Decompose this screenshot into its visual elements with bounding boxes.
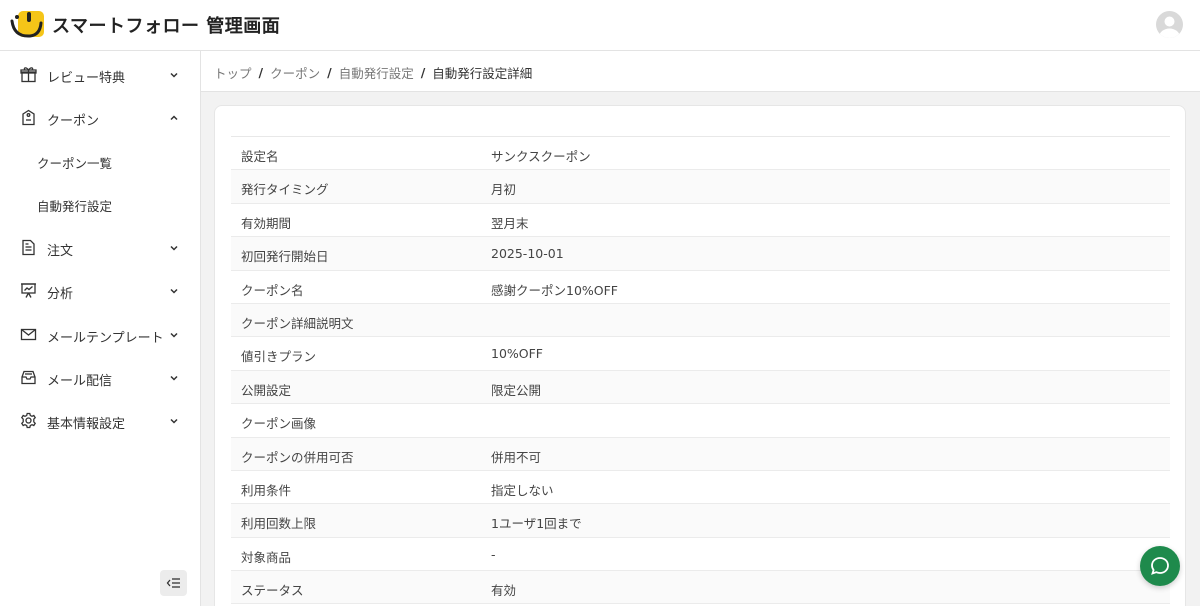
detail-label: クーポン名 (241, 282, 304, 298)
detail-value: 月初 (491, 182, 517, 198)
sidebar-item-mail-delivery[interactable]: メール配信 (0, 358, 200, 398)
breadcrumb-link-auto-issue[interactable]: 自動発行設定 (339, 63, 414, 82)
detail-value: 感謝クーポン10%OFF (491, 282, 619, 298)
chevron-down-icon (170, 418, 178, 424)
sidebar-item-label: 注文 (47, 244, 74, 259)
detail-label: クーポン詳細説明文 (241, 315, 354, 331)
detail-row: 対象商品 - (231, 538, 1170, 572)
detail-row: クーポン名 感謝クーポン10%OFF (231, 271, 1170, 304)
detail-value: 有効 (491, 583, 517, 599)
detail-label: 発行タイミング (241, 182, 329, 198)
detail-value: 指定しない (491, 482, 554, 498)
chevron-down-icon (170, 332, 178, 338)
sidebar-item-label: 基本情報設定 (47, 417, 126, 432)
breadcrumb-link-coupon[interactable]: クーポン (270, 63, 320, 82)
chevron-down-icon (170, 288, 178, 294)
detail-value: 1ユーザ1回まで (491, 516, 582, 532)
detail-label: 利用条件 (241, 482, 292, 498)
breadcrumb-separator: / (258, 65, 264, 80)
chevron-down-icon (170, 375, 178, 381)
sidebar-item-label: レビュー特典 (47, 71, 126, 86)
breadcrumb-bar: トップ / クーポン / 自動発行設定 / 自動発行設定詳細 (201, 51, 1200, 92)
detail-value: 限定公開 (491, 382, 542, 398)
sidebar-item-label: メールテンプレート (47, 331, 164, 346)
avatar[interactable] (1156, 11, 1183, 38)
detail-table: 設定名 サンクスクーポン発行タイミング 月初有効期間 翌月末初回発行開始日 2025-1… (231, 136, 1170, 605)
detail-value: サンクスクーポン (491, 149, 591, 164)
breadcrumb-separator: / (420, 65, 426, 80)
sidebar-item-label: メール配信 (47, 374, 113, 389)
sidebar-item-review-rewards[interactable]: レビュー特典 (0, 55, 200, 95)
breadcrumb-separator: / (327, 65, 332, 80)
detail-row: 利用回数上限 1ユーザ1回まで (231, 504, 1170, 538)
collapse-menu-icon (166, 578, 180, 588)
detail-value: 10%OFF (491, 346, 544, 362)
sidebar-item-basic-settings[interactable]: 基本情報設定 (0, 401, 200, 441)
detail-card: 設定名 サンクスクーポン発行タイミング 月初有効期間 翌月末初回発行開始日 2025-1… (214, 105, 1186, 606)
detail-row: クーポンの併用可否 併用不可 (231, 437, 1170, 471)
detail-label: 初回発行開始日 (241, 249, 329, 265)
gear-icon (20, 412, 37, 429)
detail-row: 初回発行開始日 2025-10-01 (231, 237, 1170, 271)
presentation-chart-icon (21, 283, 36, 298)
sidebar-item-analytics[interactable]: 分析 (0, 271, 200, 311)
detail-row: ステータス 有効 (231, 571, 1170, 605)
chevron-up-icon (170, 115, 178, 121)
detail-row: クーポン画像 (231, 404, 1170, 438)
detail-value: - (491, 546, 496, 562)
detail-row: クーポン詳細説明文 (231, 303, 1170, 338)
detail-value: 併用不可 (491, 449, 542, 465)
detail-row: 設定名 サンクスクーポン (231, 137, 1170, 171)
sidebar: レビュー特典 クーポン クーポン一覧 自動発行設定 注文 分析 メールテンプレー… (0, 51, 201, 606)
detail-value: 2025-10-01 (491, 246, 564, 262)
sidebar-item-mail-templates[interactable]: メールテンプレート (0, 315, 200, 355)
detail-row: 値引きプラン 10%OFF (231, 337, 1170, 371)
detail-row: 有効期間 翌月末 (231, 204, 1170, 238)
detail-label: 対象商品 (241, 549, 292, 565)
chevron-down-icon (170, 72, 178, 78)
chat-bubble-icon (1151, 557, 1169, 575)
detail-label: ステータス (241, 583, 304, 599)
detail-label: クーポンの併用可否 (241, 449, 354, 465)
sidebar-item-coupon[interactable]: クーポン (0, 98, 200, 138)
sidebar-subitem-coupon-list[interactable]: クーポン一覧 (0, 143, 200, 179)
breadcrumb: トップ / クーポン / 自動発行設定 / 自動発行設定詳細 (214, 63, 532, 82)
detail-label: 公開設定 (241, 382, 292, 398)
sidebar-subitem-label: 自動発行設定 (37, 199, 113, 214)
detail-label: 利用回数上限 (241, 516, 317, 532)
collapse-sidebar-button[interactable] (160, 570, 187, 596)
chevron-down-icon (170, 245, 178, 251)
sidebar-item-label: クーポン (47, 114, 100, 129)
coupon-icon (22, 109, 35, 126)
detail-row: 発行タイミング 月初 (231, 170, 1170, 204)
document-icon (22, 239, 35, 256)
detail-label: 値引きプラン (241, 349, 317, 365)
detail-label: 有効期間 (241, 215, 292, 231)
breadcrumb-link-top[interactable]: トップ (214, 63, 252, 82)
user-icon (1159, 16, 1180, 38)
app-header: スマートフォロー 管理画面 (0, 0, 1200, 51)
mail-icon (20, 328, 37, 341)
detail-label: クーポン画像 (241, 416, 317, 432)
detail-label: 設定名 (241, 149, 279, 164)
sidebar-subitem-auto-issue[interactable]: 自動発行設定 (0, 186, 200, 222)
app-title: スマートフォロー 管理画面 (52, 16, 281, 37)
sidebar-item-orders[interactable]: 注文 (0, 228, 200, 268)
gift-icon (20, 67, 37, 83)
detail-row: 公開設定 限定公開 (231, 370, 1170, 405)
logo-icon[interactable] (10, 9, 45, 39)
inbox-icon (21, 370, 36, 385)
detail-row: 利用条件 指定しない (231, 471, 1170, 505)
chat-button[interactable] (1140, 546, 1180, 586)
breadcrumb-current: 自動発行設定詳細 (432, 66, 533, 81)
detail-value: 翌月末 (491, 215, 529, 231)
sidebar-item-label: 分析 (47, 287, 74, 302)
sidebar-subitem-label: クーポン一覧 (37, 156, 113, 171)
